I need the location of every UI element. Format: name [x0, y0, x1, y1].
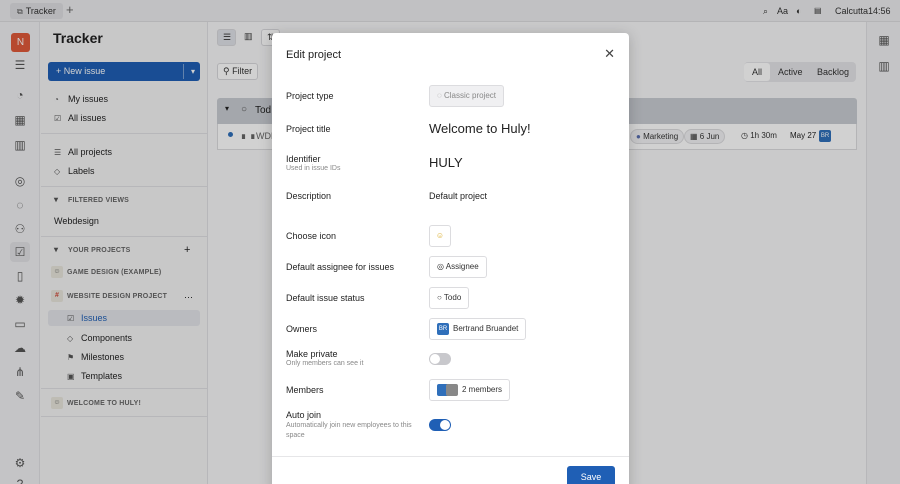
edit-project-dialog: Edit project ✕ Project type ◌ Classic pr… [272, 33, 629, 484]
toggle-knob [440, 420, 450, 430]
project-type-label: Project type [286, 91, 334, 101]
toggle-knob [430, 354, 440, 364]
autojoin-label: Auto join [286, 410, 322, 420]
todo-status-icon: ○ [437, 293, 444, 302]
icon-label: Choose icon [286, 231, 337, 241]
owners-button[interactable]: BR Bertrand Bruandet [429, 318, 527, 340]
identifier-sub: Used in issue IDs [286, 165, 341, 172]
description-input[interactable]: Default project [429, 191, 487, 201]
save-button[interactable]: Save [567, 466, 615, 484]
identifier-input[interactable]: HULY [429, 155, 463, 170]
dialog-title: Edit project [286, 49, 342, 61]
project-type-value: Classic project [443, 91, 496, 100]
private-sub: Only members can see it [286, 360, 364, 367]
assignee-value: Assignee [445, 262, 479, 271]
private-toggle[interactable] [429, 353, 451, 365]
identifier-label: Identifier [286, 154, 321, 164]
project-title-label: Project title [286, 124, 331, 134]
user-icon: ◎ [437, 262, 446, 271]
assignee-label: Default assignee for issues [286, 262, 395, 272]
choose-icon-button[interactable]: ☺ [429, 225, 451, 247]
avatar: BR [437, 322, 449, 335]
members-label: Members [286, 385, 324, 395]
private-label: Make private [286, 349, 338, 359]
project-title-input[interactable]: Welcome to Huly! [429, 121, 531, 136]
owners-value: Bertrand Bruandet [453, 324, 519, 333]
assignee-button[interactable]: ◎ Assignee [429, 256, 487, 278]
close-icon[interactable]: ✕ [604, 46, 615, 62]
autojoin-toggle[interactable] [429, 419, 451, 431]
avatar [446, 383, 458, 396]
owners-label: Owners [286, 324, 318, 334]
dialog-divider [272, 456, 629, 457]
project-type-button: ◌ Classic project [429, 85, 504, 107]
status-button[interactable]: ○ Todo [429, 287, 470, 309]
autojoin-sub: Automatically join new employees to this… [286, 422, 412, 439]
members-button[interactable]: 2 members [429, 379, 511, 401]
description-label: Description [286, 191, 332, 201]
status-value: Todo [443, 293, 462, 302]
members-value: 2 members [462, 385, 503, 394]
project-type-icon: ◌ [437, 91, 444, 100]
status-label: Default issue status [286, 293, 365, 303]
